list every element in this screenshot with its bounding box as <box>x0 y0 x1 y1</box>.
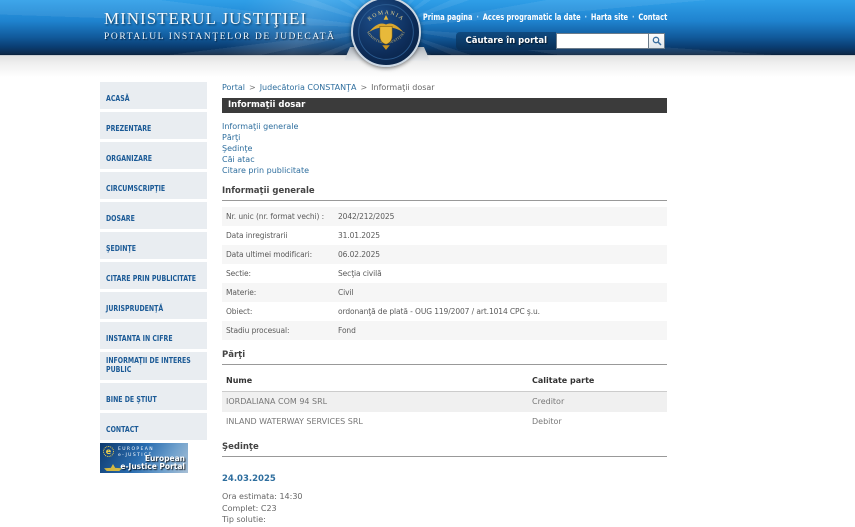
sidebar-item-jurisprudenta[interactable]: JURISPRUDENŢĂ <box>100 292 207 319</box>
party-name: INLAND WATERWAY SERVICES SRL <box>226 417 363 426</box>
parties-table-header: Nume Calitate parte <box>222 371 667 392</box>
page: MINISTERUL JUSTIŢIEI PORTALUL INSTANŢELO… <box>0 0 855 527</box>
search-bar: Căutare în portal <box>455 32 665 50</box>
sidebar: ACASĂ PREZENTARE ORGANIZARE CIRCUMSCRIPŢ… <box>100 82 207 473</box>
hearing-detail-ora-estimata: Ora estimata: 14:30 <box>222 492 303 501</box>
party-role: Debitor <box>532 417 562 426</box>
field-row-data-inregistrarii: Data inregistrarii 31.01.2025 <box>226 231 380 240</box>
quicklink-cai-atac[interactable]: Căi atac <box>222 154 667 165</box>
breadcrumb: Portal > Judecătoria CONSTANŢA > Informaţii … <box>222 82 667 93</box>
parties-col-calitate: Calitate parte <box>532 376 595 385</box>
portal-search-input[interactable] <box>556 33 648 49</box>
top-nav: Prima pagina · Acces programatic la date · H… <box>423 13 667 23</box>
sidebar-item-acasa[interactable]: ACASĂ <box>100 82 207 109</box>
hearing-date-link[interactable]: 24.03.2025 <box>222 474 276 484</box>
site-titles: MINISTERUL JUSTIŢIEI PORTALUL INSTANŢELO… <box>104 9 336 42</box>
sidebar-item-organizare[interactable]: ORGANIZARE <box>100 142 207 169</box>
table-row: IORDALIANA COM 94 SRL Creditor <box>222 392 667 412</box>
nav-link-prima-pagina[interactable]: Prima pagina <box>423 13 473 23</box>
quicklink-citare-prin-publicitate[interactable]: Citare prin publicitate <box>222 165 667 176</box>
party-name: IORDALIANA COM 94 SRL <box>226 397 328 406</box>
nav-separator: · <box>631 13 635 23</box>
site-title: MINISTERUL JUSTIŢIEI <box>104 9 308 28</box>
section-heading-informatii-generale: Informaţii generale <box>222 186 667 201</box>
hearing-details: Ora estimata: 14:30 Complet: C23 Tip sol… <box>222 491 667 527</box>
field-row-data-ultimei-modificari: Data ultimei modificari: 06.02.2025 <box>222 245 667 264</box>
nav-separator: · <box>476 13 479 23</box>
nav-separator: · <box>584 13 587 23</box>
ejustice-portal-banner[interactable]: e EUROPEAN e-JUSTICE European e-Justice … <box>100 443 188 473</box>
field-row-sectie: Sectie: Secţia civilă <box>226 269 382 278</box>
table-row: INLAND WATERWAY SERVICES SRL Debitor <box>222 412 667 432</box>
section-heading-sedinte: Şedinţe <box>222 442 667 457</box>
section-heading-parti: Părţi <box>222 350 667 365</box>
party-role: Creditor <box>532 397 565 406</box>
quicklink-sedinte[interactable]: Şedinţe <box>222 143 667 154</box>
ministry-justice-logo-icon: ROMANIA MINISTERUL JUSTIŢIEI <box>351 0 421 67</box>
quicklink-informatii-generale[interactable]: Informaţii generale <box>222 121 667 132</box>
general-info-fields: Nr. unic (nr. format vechi) : 2042/212/2… <box>222 207 667 340</box>
quicklink-parti[interactable]: Părţi <box>222 132 667 143</box>
field-row-nr-unic: Nr. unic (nr. format vechi) : 2042/212/2… <box>222 207 667 226</box>
nav-link-contact[interactable]: Contact <box>638 13 667 23</box>
coat-of-arms-eagle-icon <box>369 15 403 50</box>
nav-link-acces-programatic[interactable]: Acces programatic la date <box>483 13 581 23</box>
sidebar-item-prezentare[interactable]: PREZENTARE <box>100 112 207 139</box>
search-icon <box>652 36 662 46</box>
field-row-obiect: Obiect: ordonanţă de plată - OUG 119/200… <box>226 307 540 316</box>
hearing-detail-tip-solutie: Tip solutie: <box>222 515 266 524</box>
site-subtitle: PORTALUL INSTANŢELOR DE JUDECATĂ <box>104 32 336 42</box>
parties-col-nume: Nume <box>226 376 253 385</box>
sidebar-item-dosare[interactable]: DOSARE <box>100 202 207 229</box>
breadcrumb-link-court[interactable]: Judecătoria CONSTANŢA <box>260 83 357 92</box>
search-button[interactable] <box>648 33 665 49</box>
breadcrumb-current: Informaţii dosar <box>371 83 435 92</box>
breadcrumb-separator: > <box>360 83 368 92</box>
hearing-detail-complet: Complet: C23 <box>222 503 277 513</box>
sidebar-item-circumscriptie[interactable]: CIRCUMSCRIPŢIE <box>100 172 207 199</box>
quick-links: Informaţii generale Părţi Şedinţe Căi at… <box>222 121 667 176</box>
sidebar-item-contact[interactable]: CONTACT <box>100 413 207 440</box>
nav-link-harta-site[interactable]: Harta site <box>591 13 628 23</box>
field-row-materie: Materie: Civil <box>222 283 667 302</box>
header: MINISTERUL JUSTIŢIEI PORTALUL INSTANŢELO… <box>0 0 855 67</box>
parties-table: Nume Calitate parte IORDALIANA COM 94 SR… <box>222 371 667 432</box>
sidebar-item-informatii-de-interes-public[interactable]: INFORMAŢII DE INTERES PUBLIC <box>100 352 207 380</box>
field-row-stadiu-procesual: Stadiu procesual: Fond <box>222 321 667 340</box>
page-title-bar: Informaţii dosar <box>222 98 667 113</box>
sidebar-item-sedinte[interactable]: ŞEDINŢE <box>100 232 207 259</box>
main-content: Portal > Judecătoria CONSTANŢA > Informaţii … <box>222 82 667 527</box>
ejustice-banner-title: European e-Justice Portal <box>120 454 185 471</box>
breadcrumb-link-portal[interactable]: Portal <box>222 83 245 92</box>
breadcrumb-separator: > <box>248 83 256 92</box>
sidebar-item-instanta-in-cifre[interactable]: INSTANTA IN CIFRE <box>100 322 207 349</box>
sidebar-item-citare-prin-publicitate[interactable]: CITARE PRIN PUBLICITATE <box>100 262 207 289</box>
search-label: Căutare în portal <box>455 32 556 50</box>
sidebar-item-bine-de-stiut[interactable]: BINE DE ŞTIUT <box>100 383 207 410</box>
ejustice-logo-icon: e <box>103 446 114 457</box>
